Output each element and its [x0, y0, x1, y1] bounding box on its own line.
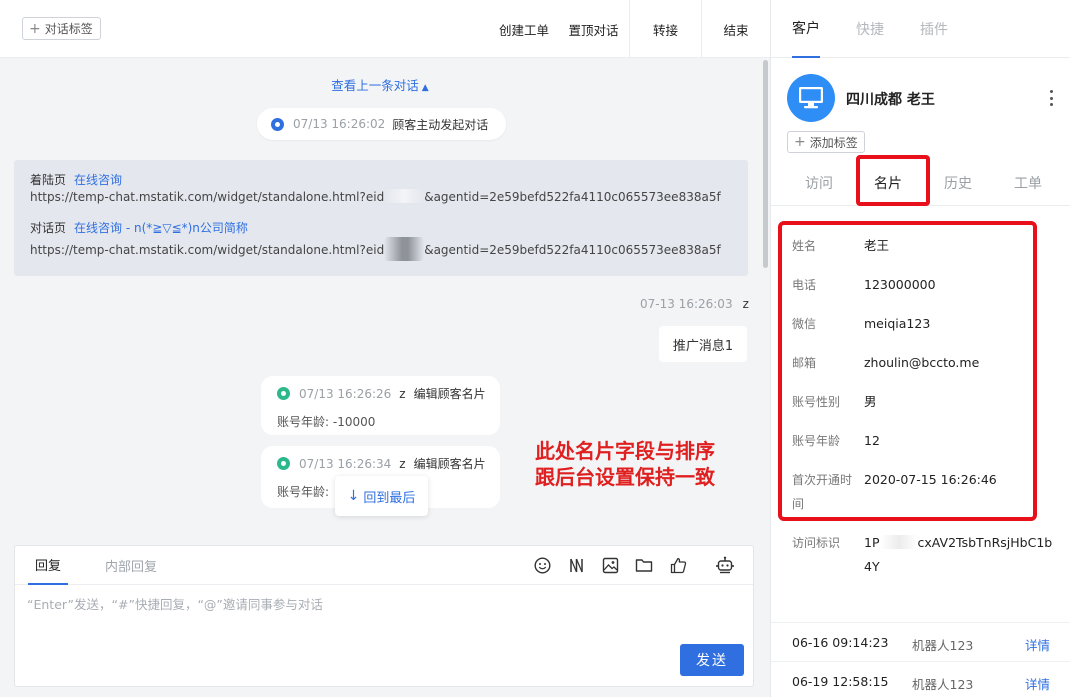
event-action: 编辑顾客名片 [413, 457, 486, 471]
history-detail-link[interactable]: 详情 [1025, 635, 1050, 654]
event-action: 编辑顾客名片 [413, 387, 486, 401]
message-list[interactable]: 查看上一条对话 ▲ 07/13 16:26:02 顾客主动发起对话 着陆页 在线咨询… [0, 58, 760, 542]
end-conversation-button[interactable]: 结束 [701, 0, 770, 58]
monitor-icon [799, 87, 823, 109]
tab-customer[interactable]: 客户 [792, 0, 820, 58]
edit-card-event: 07/13 16:26:26 z 编辑顾客名片 账号年龄: -10000 [261, 376, 500, 435]
back-to-bottom-button[interactable]: ↓ 回到最后 [335, 476, 428, 516]
visit-id-start: 1P [864, 535, 880, 550]
arrow-down-icon: ↓ [347, 488, 360, 504]
history-detail-link[interactable]: 详情 [1025, 674, 1050, 693]
card-tab-highlight [856, 155, 930, 206]
landing-page-row: 着陆页 在线咨询 [30, 171, 122, 188]
folder-icon[interactable] [634, 555, 654, 575]
more-vertical-icon[interactable] [1048, 90, 1054, 106]
event-dot-icon [271, 117, 284, 131]
quick-phrase-icon[interactable] [566, 555, 586, 575]
landing-url-prefix: https://temp-chat.mstatik.com/widget/sta… [30, 190, 385, 204]
conversation-pane: + 对话标签 创建工单 置顶对话 转接 结束 查看上一条对话 ▲ 07/13 16… [0, 0, 770, 697]
send-button[interactable]: 发送 [680, 644, 744, 676]
dialog-page-url: https://temp-chat.mstatik.com/widget/sta… [30, 237, 721, 261]
field-label-visit-id: 访问标识 [792, 536, 841, 550]
dialog-page-row: 对话页 在线咨询 - n(*≧▽≦*)n公司简称 [30, 219, 248, 236]
dialog-page-link[interactable]: 在线咨询 - n(*≧▽≦*)n公司简称 [74, 221, 248, 235]
conversation-toolbar: + 对话标签 创建工单 置顶对话 转接 结束 [0, 0, 770, 58]
add-tag-button[interactable]: + 添加标签 [787, 131, 865, 153]
caret-up-icon: ▲ [421, 83, 429, 93]
redacted-block [384, 189, 425, 203]
history-robot: 机器人123 [912, 677, 974, 692]
conversation-tag-button[interactable]: + 对话标签 [22, 17, 101, 40]
message-list-scrollbar[interactable] [763, 60, 768, 268]
add-tag-label: 添加标签 [809, 135, 858, 150]
annotation-line: 此处名片字段与排序 [535, 439, 715, 463]
smile-icon[interactable] [532, 555, 552, 575]
dialog-url-prefix: https://temp-chat.mstatik.com/widget/sta… [30, 243, 385, 257]
event-time: 07/13 16:26:34 [299, 456, 392, 471]
history-row: 06-16 09:14:23 机器人123 详情 [771, 622, 1070, 661]
landing-url-suffix: &agentid=2e59befd522fa4110c065573ee838a5… [424, 190, 721, 204]
event-text: 顾客主动发起对话 [392, 117, 489, 132]
field-value-visit-id: 1P cxAV2TsbTnRsjHbC1b4Y [864, 531, 1054, 579]
event-user: z [399, 386, 406, 401]
landing-page-url: https://temp-chat.mstatik.com/widget/sta… [30, 189, 721, 204]
event-detail: 账号年龄: -10000 [277, 415, 376, 429]
agent-message-meta: 07-13 16:26:03 z [640, 297, 749, 311]
history-date: 06-19 12:58:15 [792, 674, 889, 689]
event-detail: 账号年龄: [277, 485, 330, 499]
history-row: 06-19 12:58:15 机器人123 详情 [771, 661, 1070, 697]
view-previous-label: 查看上一条对话 [331, 78, 419, 93]
agent-message-sender: z [742, 297, 749, 311]
dialog-page-label: 对话页 [30, 221, 67, 235]
view-previous-conversation-link[interactable]: 查看上一条对话 ▲ [0, 75, 760, 94]
subtab-history[interactable]: 历史 [944, 160, 972, 206]
event-time: 07/13 16:26:02 [293, 117, 386, 131]
tab-plugins[interactable]: 插件 [920, 0, 948, 58]
subtab-visit[interactable]: 访问 [805, 160, 833, 206]
conversation-start-event: 07/13 16:26:02 顾客主动发起对话 [257, 108, 506, 140]
agent-message-time: 07-13 16:26:03 [640, 297, 733, 311]
conversation-tag-label: 对话标签 [44, 22, 93, 36]
agent-message-bubble: 推广消息1 [659, 326, 747, 362]
annotation-line: 跟后台设置保持一致 [535, 465, 715, 489]
create-ticket-button[interactable]: 创建工单 [490, 0, 558, 58]
plus-icon: + [794, 134, 806, 150]
plus-icon: + [29, 20, 41, 37]
event-time: 07/13 16:26:26 [299, 386, 392, 401]
panel-tabs: 客户 快捷 插件 [771, 0, 1070, 58]
redacted-block [879, 535, 918, 549]
pin-conversation-button[interactable]: 置顶对话 [558, 0, 629, 58]
customer-panel: 客户 快捷 插件 四川成都 老王 + 添加标签 访问 名片 历史 工单 姓名 老… [770, 0, 1070, 697]
tab-internal-reply[interactable]: 内部回复 [105, 546, 157, 585]
thumbs-up-icon[interactable] [668, 555, 688, 575]
reply-input[interactable]: “Enter”发送，“#”快捷回复，“@”邀请同事参与对话 [27, 594, 323, 613]
transfer-button[interactable]: 转接 [629, 0, 701, 58]
reply-box: 回复 内部回复 “Enter”发送，“#”快捷回复，“@”邀请同事参与对话 发送 [14, 545, 754, 687]
landing-page-link[interactable]: 在线咨询 [74, 173, 122, 187]
dialog-url-suffix: &agentid=2e59befd522fa4110c065573ee838a5… [424, 243, 721, 257]
visit-source-card: 着陆页 在线咨询 https://temp-chat.mstatik.com/wi… [14, 160, 748, 276]
customer-name: 四川成都 老王 [846, 92, 935, 108]
history-robot: 机器人123 [912, 638, 974, 653]
reply-tabs: 回复 内部回复 [15, 546, 753, 585]
tab-reply[interactable]: 回复 [28, 546, 68, 585]
subtab-tickets[interactable]: 工单 [1014, 160, 1042, 206]
landing-page-label: 着陆页 [30, 173, 67, 187]
image-icon[interactable] [600, 555, 620, 575]
event-dot-icon [277, 387, 290, 400]
card-fields-highlight [778, 221, 1037, 521]
avatar [787, 74, 835, 122]
robot-icon[interactable] [715, 555, 735, 575]
redacted-block [384, 237, 425, 261]
history-date: 06-16 09:14:23 [792, 635, 889, 650]
event-header: 07/13 16:26:26 z 编辑顾客名片 [277, 385, 486, 402]
annotation-note: 此处名片字段与排序 跟后台设置保持一致 [535, 438, 715, 490]
event-user: z [399, 456, 406, 471]
event-dot-icon [277, 457, 290, 470]
event-header: 07/13 16:26:34 z 编辑顾客名片 [277, 455, 486, 472]
back-to-bottom-label: 回到最后 [363, 490, 416, 506]
tab-quick[interactable]: 快捷 [856, 0, 884, 58]
